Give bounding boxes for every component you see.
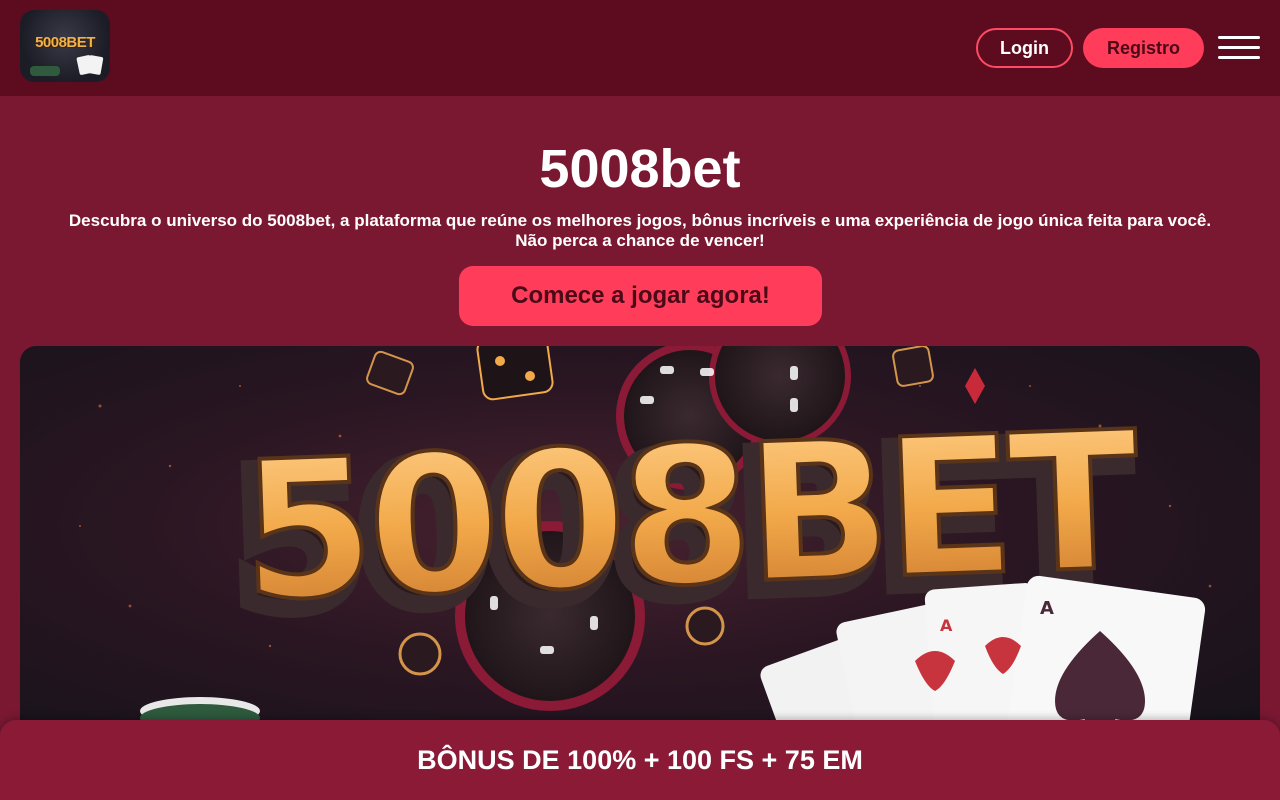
start-playing-button[interactable]: Comece a jogar agora! [459, 266, 822, 326]
logo-text: 5008BET [35, 34, 95, 51]
page-title: 5008bet [539, 139, 741, 199]
bonus-text: BÔNUS DE 100% + 100 FS + 75 EM [417, 744, 863, 775]
register-button[interactable]: Registro [1083, 28, 1204, 68]
login-button[interactable]: Login [976, 28, 1073, 68]
description-line: Descubra o universo do 5008bet, a plataf… [68, 211, 1212, 230]
bonus-banner[interactable]: BÔNUS DE 100% + 100 FS + 75 EM [0, 720, 1280, 800]
site-header: 5008BET Login Registro [0, 0, 1280, 96]
page-description: Descubra o universo do 5008bet, a plataf… [20, 211, 1260, 251]
svg-text:A: A [940, 616, 953, 635]
site-logo[interactable]: 5008BET [20, 10, 110, 82]
hamburger-menu-icon[interactable] [1218, 34, 1260, 62]
logo-chips-graphic [30, 66, 60, 76]
banner-artwork: 5008BET 5008BET A A [79, 346, 1212, 746]
hero-banner-image[interactable]: 5008BET 5008BET A A [20, 346, 1260, 746]
description-line: Não perca a chance de vencer! [515, 231, 765, 250]
svg-text:A: A [1040, 598, 1054, 619]
